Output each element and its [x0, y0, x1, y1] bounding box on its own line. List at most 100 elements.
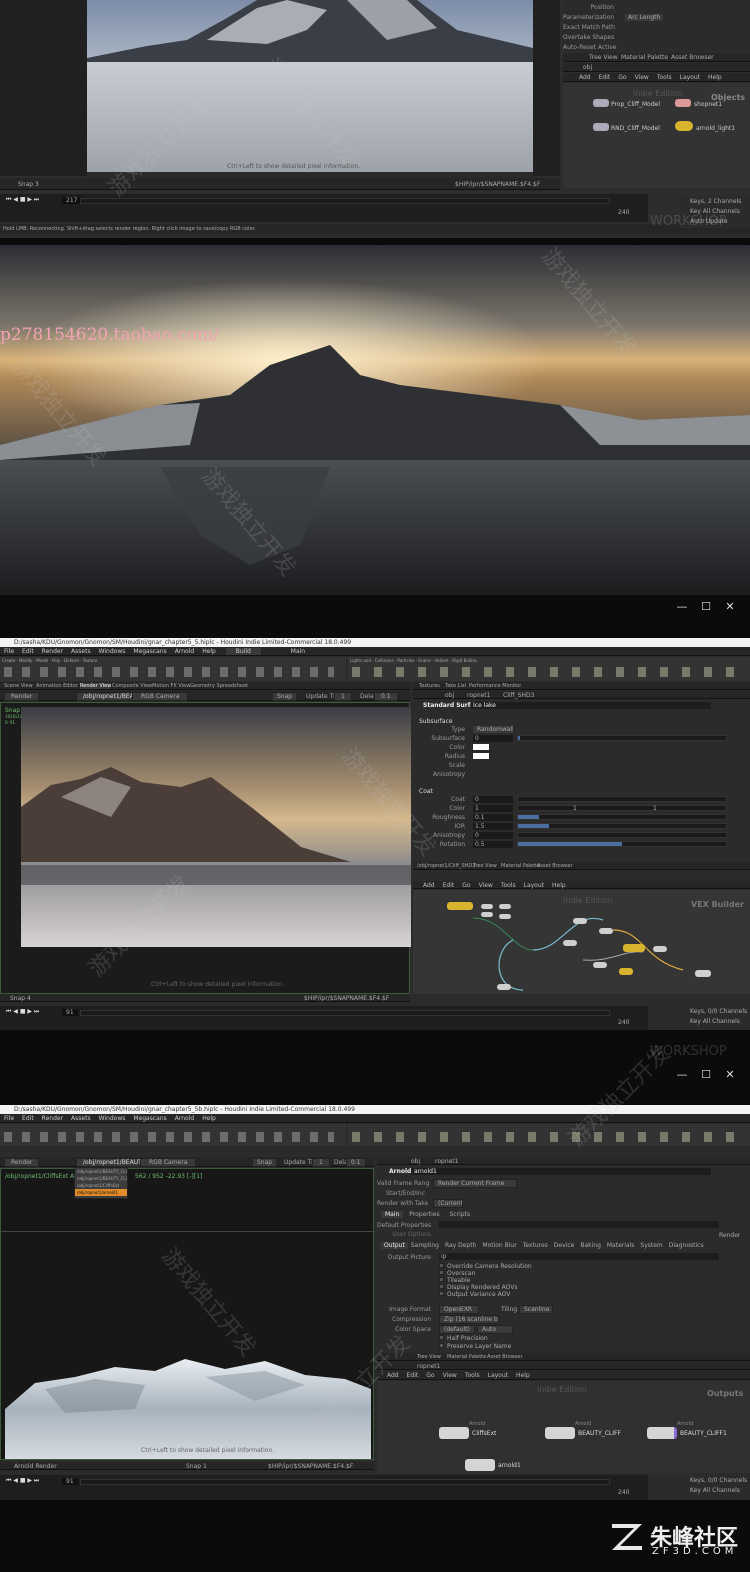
tab[interactable]: Material Palette — [501, 863, 540, 869]
path-segment[interactable]: obj — [411, 1158, 420, 1165]
tab[interactable]: Scripts — [446, 1211, 475, 1218]
tab-render-view[interactable]: Render View — [80, 683, 112, 689]
param-slider[interactable] — [517, 735, 727, 741]
key-all-button[interactable]: Key All Channels — [690, 1018, 740, 1025]
menu-item[interactable]: Arnold — [175, 1115, 194, 1122]
param-slider[interactable] — [517, 823, 727, 829]
shelf-tab[interactable]: Model — [36, 658, 48, 663]
vex-node[interactable] — [573, 918, 587, 924]
param-value[interactable]: (Current) — [433, 1199, 463, 1208]
path-segment[interactable]: ropnet1 — [435, 1158, 458, 1165]
tab[interactable]: Motion Blur — [479, 1242, 519, 1249]
rop-node[interactable]: Arnold BEAUTY_CLIFF — [545, 1421, 621, 1439]
camera-field[interactable]: RGB Camera — [140, 1158, 197, 1167]
build-desktop[interactable]: Build — [225, 648, 261, 655]
menu-item[interactable]: Add — [423, 882, 435, 889]
image-format-field[interactable]: OpenEXR — [439, 1305, 479, 1314]
menu-item[interactable]: Help — [552, 882, 566, 889]
shelf-tool-icons[interactable] — [352, 667, 742, 677]
shelf-tab[interactable]: Vellum — [435, 658, 449, 663]
shelf-tab[interactable]: Modify — [19, 658, 32, 663]
menu-item[interactable]: Megascans — [133, 648, 166, 655]
tab[interactable]: Diagnostics — [666, 1242, 707, 1249]
rop-node[interactable]: Arnold BEAUTY_CLIFF1 — [647, 1421, 727, 1439]
minimize-button[interactable]: — — [670, 1068, 694, 1081]
menu-item[interactable]: View — [479, 882, 493, 889]
tab[interactable]: Asset Browser — [537, 863, 573, 869]
checkbox-row[interactable]: Override Camera Resolution — [439, 1263, 532, 1270]
menu-item[interactable]: Layout — [524, 882, 544, 889]
shader-name[interactable]: Ice lake — [471, 702, 711, 709]
menu-item[interactable]: Go — [462, 882, 470, 889]
menu-item[interactable]: Tools — [465, 1372, 480, 1379]
checkbox-icon[interactable] — [439, 1263, 444, 1268]
object-node[interactable] — [593, 123, 609, 131]
menu-item[interactable]: File — [4, 648, 14, 655]
vex-node[interactable] — [653, 946, 667, 952]
snap-label[interactable]: Snap 3 — [18, 181, 39, 188]
tab[interactable]: Material Palette — [621, 54, 668, 61]
dropdown-item[interactable]: /obj/ropnet1/BEAUTY_CLIFF — [75, 1168, 127, 1175]
checkbox-row[interactable]: Output Variance AOV — [439, 1291, 532, 1298]
render-label[interactable]: Render — [719, 1232, 740, 1239]
tab[interactable]: Performance Monitor — [469, 683, 521, 689]
delay-field[interactable]: 0.1 — [346, 1158, 366, 1167]
tab-output[interactable]: Output — [381, 1242, 408, 1249]
param-slider[interactable] — [517, 814, 727, 820]
vex-node[interactable] — [499, 904, 511, 909]
menu-item[interactable]: Help — [516, 1372, 530, 1379]
section-subsurface[interactable]: Subsurface — [419, 718, 453, 725]
tab[interactable]: Materials — [604, 1242, 638, 1249]
checkbox-icon[interactable] — [439, 1277, 444, 1282]
menu-item[interactable]: Edit — [407, 1372, 419, 1379]
tab[interactable]: Properties — [405, 1211, 443, 1218]
menu-item[interactable]: Tools — [657, 74, 672, 81]
param-value[interactable]: 0.5 — [473, 841, 513, 848]
update-field[interactable]: 1 — [312, 1158, 330, 1167]
play-controls-icon[interactable]: ⏮ ◀ ■ ▶ ⏭ — [6, 196, 39, 204]
tab[interactable]: Tree View — [473, 863, 497, 869]
rop-node-icon[interactable] — [465, 1459, 495, 1471]
vex-node[interactable] — [497, 984, 511, 990]
path[interactable]: obj — [583, 64, 592, 71]
timeline-track[interactable] — [80, 1479, 610, 1485]
menu-item[interactable]: Go — [426, 1372, 434, 1379]
menu-item[interactable]: Render — [42, 1115, 63, 1122]
color-component[interactable]: 1 — [653, 805, 657, 812]
end-frame[interactable]: 240 — [618, 1019, 629, 1026]
param-value[interactable]: Arc Length — [625, 14, 664, 21]
menu-item[interactable]: View — [443, 1372, 457, 1379]
render-button[interactable]: Render — [4, 1158, 40, 1167]
shelf-tab[interactable]: Texture — [83, 658, 98, 663]
play-controls-icon[interactable]: ⏮ ◀ ■ ▶ ⏭ — [6, 1477, 39, 1485]
param-slider[interactable] — [517, 796, 727, 802]
render-viewport[interactable]: Snap ICE 1920x1080 Fr 91 Ctrl+Left to sh… — [0, 702, 411, 994]
checkbox-row[interactable]: Tileable — [439, 1277, 532, 1284]
render-button[interactable]: Render — [4, 692, 40, 701]
tab[interactable]: Motion FX View — [152, 683, 190, 689]
checkbox-icon[interactable] — [439, 1291, 444, 1296]
menu-item[interactable]: Help — [708, 74, 722, 81]
param-value[interactable]: 0 — [473, 735, 513, 742]
menu-item[interactable]: File — [4, 1115, 14, 1122]
vex-node[interactable] — [593, 962, 607, 968]
delay-field[interactable]: 0.1 — [374, 692, 398, 701]
close-button[interactable]: ✕ — [718, 1068, 742, 1081]
update-field[interactable]: 1 — [334, 692, 352, 701]
shelf-tab[interactable]: Create — [2, 658, 15, 663]
camera-field[interactable]: RGB Camera — [132, 692, 189, 701]
param-slider[interactable] — [517, 832, 727, 838]
snap-button[interactable]: Snap — [272, 692, 298, 701]
snap-label[interactable]: Snap 1 — [186, 1463, 207, 1470]
rop-node-icon[interactable] — [647, 1427, 677, 1439]
path-segment[interactable]: ropnet1 — [467, 692, 490, 699]
menu-item[interactable]: Assets — [71, 1115, 91, 1122]
checkbox-icon[interactable] — [439, 1284, 444, 1289]
net-path[interactable]: /obj/ropnet1/Cliff_SHD3 — [417, 863, 475, 869]
vex-node-highlight[interactable] — [623, 944, 645, 952]
tab[interactable]: Sampling — [408, 1242, 442, 1249]
key-all-button[interactable]: Key All Channels — [690, 1487, 740, 1494]
rop-node-icon[interactable] — [439, 1427, 469, 1439]
tab[interactable]: Device — [551, 1242, 578, 1249]
vex-node[interactable] — [481, 904, 493, 909]
